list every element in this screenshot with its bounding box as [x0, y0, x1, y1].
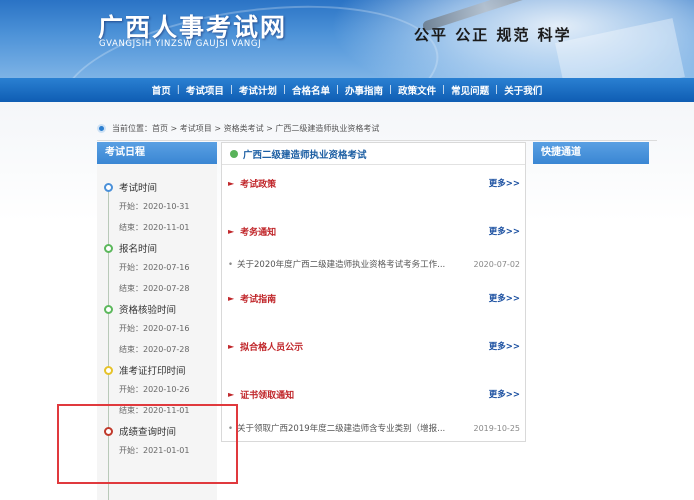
section-notice: ► 考务通知 更多>>	[228, 222, 520, 240]
nav-separator: |	[495, 85, 499, 95]
section-policy: ► 考试政策 更多>>	[228, 174, 520, 192]
nav-item-policy[interactable]: 政策文件	[392, 83, 442, 97]
nav-item-exam-plan[interactable]: 考试计划	[233, 83, 283, 97]
section-guide: ► 考试指南 更多>>	[228, 289, 520, 307]
section-title[interactable]: 考试指南	[240, 292, 276, 305]
arrow-right-icon: ►	[228, 178, 235, 188]
nav-item-home[interactable]: 首页	[146, 83, 177, 97]
arrow-right-icon: ►	[228, 226, 235, 236]
section-title[interactable]: 拟合格人员公示	[240, 340, 303, 353]
nav-item-guide[interactable]: 办事指南	[339, 83, 389, 97]
timeline-dot-icon	[104, 244, 113, 253]
nav-separator: |	[335, 85, 340, 95]
news-item: • 关于领取广西2019年度二级建造师含专业类别（增报... 2019-10-25	[228, 421, 520, 435]
site-banner: 广西人事考试网 GVANGJSIH YINZSW GAUJSI VANGJ 公平…	[0, 0, 694, 78]
news-title[interactable]: 关于领取广西2019年度二级建造师含专业类别（增报...	[237, 424, 445, 434]
schedule-item-start: 开始：2020-07-16	[119, 263, 190, 272]
schedule-item-title: 准考证打印时间	[119, 366, 186, 377]
news-title[interactable]: 关于2020年度广西二级建造师执业资格考试考务工作...	[237, 260, 445, 270]
nav-separator: |	[442, 85, 446, 95]
arrow-right-icon: ►	[228, 293, 235, 303]
more-link[interactable]: 更多>>	[489, 340, 520, 352]
site-subtitle: GVANGJSIH YINZSW GAUJSI VANGJ	[99, 39, 262, 49]
timeline-dot-icon	[104, 305, 113, 314]
schedule-item-start: 开始：2020-07-16	[119, 324, 190, 333]
news-date: 2020-07-02	[473, 259, 521, 269]
bullet-dot-icon	[230, 149, 238, 158]
main-nav: 首页 | 考试项目 | 考试计划 | 合格名单 | 办事指南 | 政策文件 | …	[0, 78, 694, 102]
section-title[interactable]: 考试政策	[240, 177, 276, 190]
section-title-wrap: ► 拟合格人员公示	[228, 340, 303, 353]
section-title-wrap: ► 证书领取通知	[228, 388, 294, 401]
slogan: 公平 公正 规范 科学	[414, 26, 572, 44]
highlight-box	[57, 404, 238, 484]
section-certificate: ► 证书领取通知 更多>>	[228, 385, 520, 403]
schedule-item-title: 考试时间	[119, 183, 158, 194]
nav-item-qualified-list[interactable]: 合格名单	[286, 83, 336, 97]
nav-item-about[interactable]: 关于我们	[498, 83, 548, 97]
quick-access-panel: 快捷通道	[533, 142, 649, 164]
nav-separator: |	[176, 85, 180, 95]
breadcrumb-text[interactable]: 当前位置：首页 > 考试项目 > 资格类考试 > 广西二级建造师执业资格考试	[112, 123, 379, 134]
news-date: 2019-10-25	[473, 423, 521, 433]
location-icon	[97, 123, 106, 133]
news-title-wrap: • 关于2020年度广西二级建造师执业资格考试考务工作...	[228, 258, 445, 270]
timeline-dot-icon	[104, 183, 113, 192]
quick-access-heading: 快捷通道	[533, 142, 649, 164]
arrow-right-icon: ►	[228, 341, 235, 351]
nav-separator: |	[229, 85, 233, 95]
exam-info-title: 广西二级建造师执业资格考试	[243, 149, 367, 161]
nav-item-faq[interactable]: 常见问题	[445, 83, 495, 97]
schedule-item-end: 结束：2020-11-01	[119, 223, 190, 232]
section-title-wrap: ► 考试政策	[228, 177, 276, 190]
nav-separator: |	[282, 85, 286, 95]
section-title-wrap: ► 考务通知	[228, 225, 276, 238]
schedule-item-start: 开始：2020-10-31	[119, 202, 190, 211]
exam-info-header: 广西二级建造师执业资格考试	[222, 143, 525, 165]
news-item: • 关于2020年度广西二级建造师执业资格考试考务工作... 2020-07-02	[228, 257, 520, 271]
exam-info-panel: 广西二级建造师执业资格考试 ► 考试政策 更多>> ► 考务通知 更多>> • 关于2…	[221, 142, 526, 442]
schedule-item-title: 资格核验时间	[119, 305, 177, 316]
schedule-item-start: 开始：2020-10-26	[119, 385, 190, 394]
more-link[interactable]: 更多>>	[489, 292, 520, 304]
nav-separator: |	[389, 85, 393, 95]
nav-item-exam-projects[interactable]: 考试项目	[180, 83, 230, 97]
more-link[interactable]: 更多>>	[489, 225, 520, 237]
schedule-item-title: 报名时间	[119, 244, 158, 255]
schedule-item-end: 结束：2020-07-28	[119, 284, 190, 293]
breadcrumb-divider	[97, 140, 657, 141]
timeline-dot-icon	[104, 366, 113, 375]
more-link[interactable]: 更多>>	[489, 177, 520, 189]
section-title-wrap: ► 考试指南	[228, 292, 276, 305]
section-title[interactable]: 考务通知	[240, 225, 276, 238]
schedule-item-end: 结束：2020-07-28	[119, 345, 190, 354]
arrow-right-icon: ►	[228, 389, 235, 399]
section-publicity: ► 拟合格人员公示 更多>>	[228, 337, 520, 355]
breadcrumb: 当前位置：首页 > 考试项目 > 资格类考试 > 广西二级建造师执业资格考试	[97, 119, 657, 137]
bullet-icon: •	[228, 260, 234, 270]
more-link[interactable]: 更多>>	[489, 388, 520, 400]
section-title[interactable]: 证书领取通知	[240, 388, 294, 401]
news-title-wrap: • 关于领取广西2019年度二级建造师含专业类别（增报...	[228, 422, 445, 434]
schedule-heading: 考试日程	[97, 142, 217, 164]
